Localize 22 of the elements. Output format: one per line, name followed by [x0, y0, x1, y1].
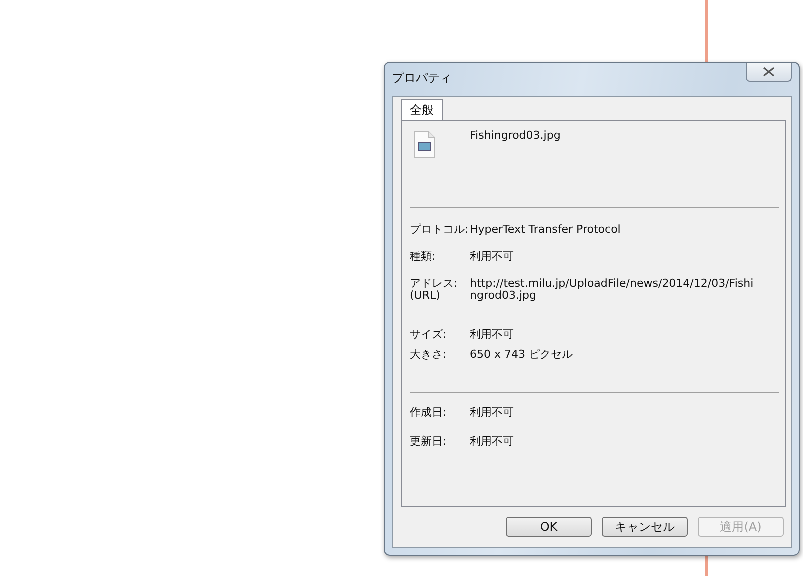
field-label: アドレス: (URL)	[410, 278, 458, 304]
field-label: サイズ:	[410, 329, 448, 343]
dialog-button[interactable]: OK	[506, 517, 592, 537]
close-button[interactable]	[746, 63, 792, 82]
field-label: 作成日:	[410, 407, 448, 421]
window-title: プロパティ	[392, 70, 452, 87]
field-label: 種類:	[410, 251, 437, 265]
field-label: 更新日:	[410, 436, 448, 450]
field-label: プロトコル:	[410, 224, 470, 238]
field-value: http://test.milu.jp/UploadFile/news/2014/12/03/Fishingrod03.jpg	[470, 278, 755, 304]
field-value: 利用不可	[470, 436, 514, 450]
file-name: Fishingrod03.jpg	[470, 129, 561, 142]
field-label: 大きさ:	[410, 349, 448, 363]
image-file-icon	[414, 131, 436, 159]
field-value: 利用不可	[470, 407, 514, 421]
tab[interactable]: 全般	[401, 99, 443, 120]
field-value: 利用不可	[470, 251, 514, 265]
field-value: 利用不可	[470, 329, 514, 343]
field-value: 650 x 743 ピクセル	[470, 349, 573, 363]
dialog-button[interactable]: キャンセル	[602, 517, 688, 537]
close-icon	[763, 67, 775, 77]
field-value: HyperText Transfer Protocol	[470, 224, 621, 238]
